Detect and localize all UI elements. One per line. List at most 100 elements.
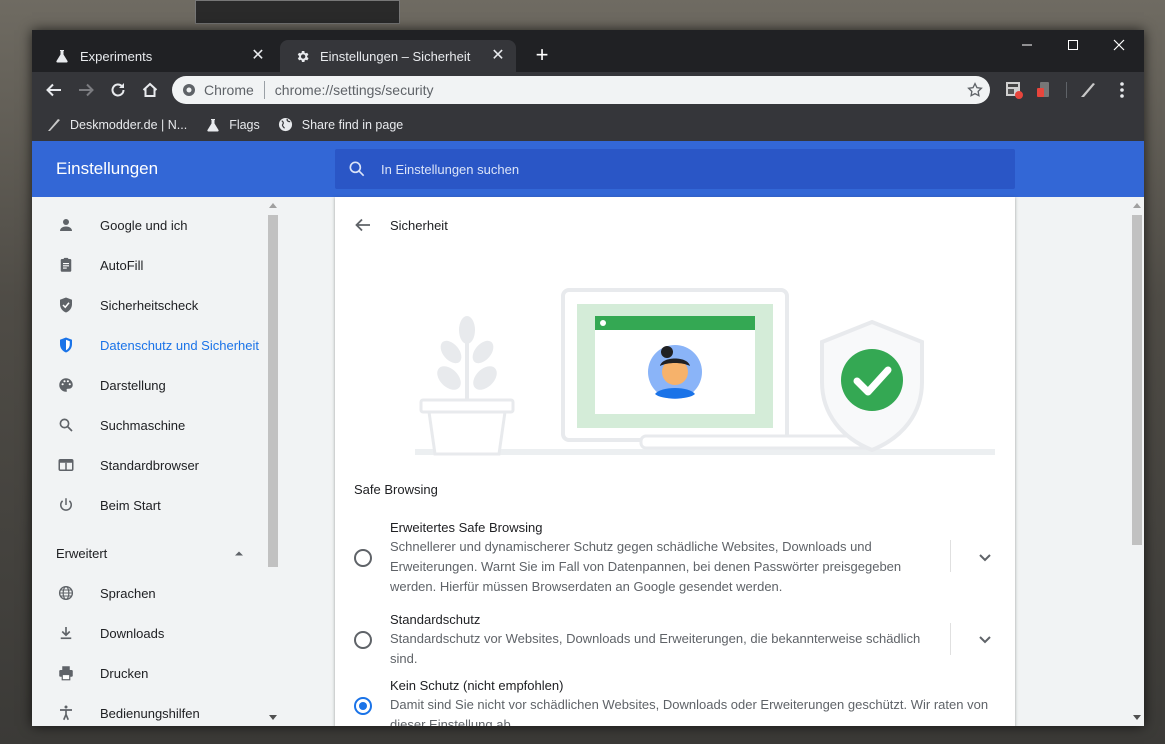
back-button[interactable] xyxy=(42,78,66,102)
sidebar-item-label: Beim Start xyxy=(100,497,161,513)
printer-icon xyxy=(56,663,76,683)
sidebar-item-darstellung[interactable]: Darstellung xyxy=(32,365,280,405)
security-illustration xyxy=(415,288,995,456)
sidebar-item-label: Bedienungshilfen xyxy=(100,705,200,721)
option-title: Erweitertes Safe Browsing xyxy=(390,520,543,535)
sidebar-item-datenschutz[interactable]: Datenschutz und Sicherheit xyxy=(32,325,280,365)
option-description-line: werden. Hierfür müssen Browserdaten an G… xyxy=(390,579,783,594)
close-window-button[interactable] xyxy=(1096,30,1142,60)
option-separator xyxy=(950,540,951,572)
globe-icon xyxy=(278,117,294,133)
quill-icon[interactable] xyxy=(1078,80,1098,100)
plant-icon xyxy=(419,316,515,456)
arrow-back-icon[interactable] xyxy=(353,215,373,235)
radio-enhanced-protection[interactable] xyxy=(354,549,372,567)
radio-no-protection[interactable] xyxy=(354,697,372,715)
sidebar-item-downloads[interactable]: Downloads xyxy=(32,613,280,653)
advanced-section-toggle[interactable]: Erweitert xyxy=(56,546,107,561)
chevron-up-icon[interactable] xyxy=(234,548,244,558)
sidebar-item-label: Standardbrowser xyxy=(100,457,199,473)
option-title: Standardschutz xyxy=(390,612,481,627)
power-icon xyxy=(56,495,76,515)
home-button[interactable] xyxy=(138,78,162,102)
flask-icon xyxy=(54,48,70,64)
scroll-down-arrow-icon[interactable] xyxy=(1130,712,1144,724)
tab-settings-security[interactable]: Einstellungen – Sicherheit ✕ xyxy=(280,40,516,72)
chevron-down-icon[interactable] xyxy=(975,547,995,567)
menu-icon[interactable] xyxy=(1112,80,1132,100)
flask-icon xyxy=(205,117,221,133)
address-bar[interactable]: Chrome chrome://settings/security xyxy=(172,76,990,104)
settings-title: Einstellungen xyxy=(56,159,159,178)
main-scrollbar-thumb[interactable] xyxy=(1132,215,1142,545)
omnibox-separator xyxy=(263,81,265,99)
scroll-down-arrow-icon[interactable] xyxy=(266,712,280,724)
bookmark-deskmodder[interactable]: Deskmodder.de | N... xyxy=(46,117,187,133)
option-description-line: Erweiterungen. Warnt Sie im Fall von Dat… xyxy=(390,559,902,574)
section-title-safe-browsing: Safe Browsing xyxy=(354,482,438,497)
bookmark-share-find[interactable]: Share find in page xyxy=(278,117,403,133)
clipboard-icon xyxy=(56,255,76,275)
sidebar-item-label: Sprachen xyxy=(100,585,156,601)
option-title: Kein Schutz (nicht empfohlen) xyxy=(390,678,564,693)
bookmarks-bar: Deskmodder.de | N... Flags Share find in… xyxy=(32,108,1144,141)
option-description: Schnellerer und dynamischerer Schutz geg… xyxy=(390,537,940,597)
new-tab-button[interactable]: + xyxy=(530,44,554,68)
sidebar-item-label: Sicherheitscheck xyxy=(100,297,199,313)
sidebar-item-sicherheitscheck[interactable]: Sicherheitscheck xyxy=(32,285,280,325)
sidebar-item-sprachen[interactable]: Sprachen xyxy=(32,573,280,613)
forward-button[interactable] xyxy=(74,78,98,102)
close-tab-icon[interactable]: ✕ xyxy=(490,48,506,64)
sidebar-item-label: Drucken xyxy=(100,665,149,681)
sidebar-item-label: AutoFill xyxy=(100,257,144,273)
scroll-up-arrow-icon[interactable] xyxy=(266,199,280,211)
accessibility-icon xyxy=(56,703,76,723)
home-icon xyxy=(142,82,158,97)
bookmark-label: Deskmodder.de | N... xyxy=(70,117,188,132)
sidebar-item-label: Datenschutz und Sicherheit xyxy=(100,337,259,353)
bookmark-flags[interactable]: Flags xyxy=(205,117,260,133)
option-description-line: dieser Einstellung ab. xyxy=(390,717,515,726)
omnibox-chip[interactable]: Chrome xyxy=(172,82,254,98)
tab-strip: Experiments ✕ Einstellungen – Sicherheit… xyxy=(32,30,1144,72)
shield-check-icon xyxy=(820,319,924,453)
extension-icon[interactable] xyxy=(1034,80,1054,100)
download-icon xyxy=(56,623,76,643)
url-text[interactable]: chrome://settings/security xyxy=(275,82,434,98)
minimize-button[interactable] xyxy=(1004,30,1050,60)
shield-half-icon xyxy=(56,335,76,355)
bookmark-label: Share find in page xyxy=(301,117,404,132)
tab-label: Experiments xyxy=(80,48,153,64)
omnibox-chip-label: Chrome xyxy=(204,82,254,98)
maximize-button[interactable] xyxy=(1050,30,1096,60)
option-separator xyxy=(950,623,951,655)
extension-icon[interactable] xyxy=(1004,80,1024,100)
page-title: Sicherheit xyxy=(390,218,448,233)
settings-header: Einstellungen In Einstellungen suchen xyxy=(32,141,1144,197)
arrow-left-icon xyxy=(46,83,61,97)
sidebar-item-drucken[interactable]: Drucken xyxy=(32,653,280,693)
arrow-right-icon xyxy=(79,83,94,97)
close-tab-icon[interactable]: ✕ xyxy=(250,48,266,64)
sidebar-item-autofill[interactable]: AutoFill xyxy=(32,245,280,285)
sidebar-item-label: Google und ich xyxy=(100,217,188,233)
radio-standard-protection[interactable] xyxy=(354,631,372,649)
sidebar-item-suchmaschine[interactable]: Suchmaschine xyxy=(32,405,280,445)
sidebar-item-beim-start[interactable]: Beim Start xyxy=(32,485,280,525)
settings-search-input[interactable]: In Einstellungen suchen xyxy=(335,149,1015,189)
sidebar-item-label: Darstellung xyxy=(100,377,166,393)
tab-label: Einstellungen – Sicherheit xyxy=(320,48,471,64)
toolbar-separator xyxy=(1066,82,1067,98)
tab-experiments[interactable]: Experiments ✕ xyxy=(40,40,276,72)
chevron-down-icon[interactable] xyxy=(975,629,995,649)
sidebar-item-label: Downloads xyxy=(100,625,165,641)
sidebar-scrollbar-thumb[interactable] xyxy=(268,215,278,567)
reload-button[interactable] xyxy=(106,78,130,102)
sidebar-item-standardbrowser[interactable]: Standardbrowser xyxy=(32,445,280,485)
bookmark-star-icon[interactable] xyxy=(966,81,984,99)
option-description-line: sind. xyxy=(390,651,418,666)
sidebar-item-google-und-ich[interactable]: Google und ich xyxy=(32,205,280,245)
scroll-up-arrow-icon[interactable] xyxy=(1130,199,1144,211)
chrome-icon xyxy=(183,84,195,96)
sidebar-item-bedienungshilfen[interactable]: Bedienungshilfen xyxy=(32,693,280,726)
